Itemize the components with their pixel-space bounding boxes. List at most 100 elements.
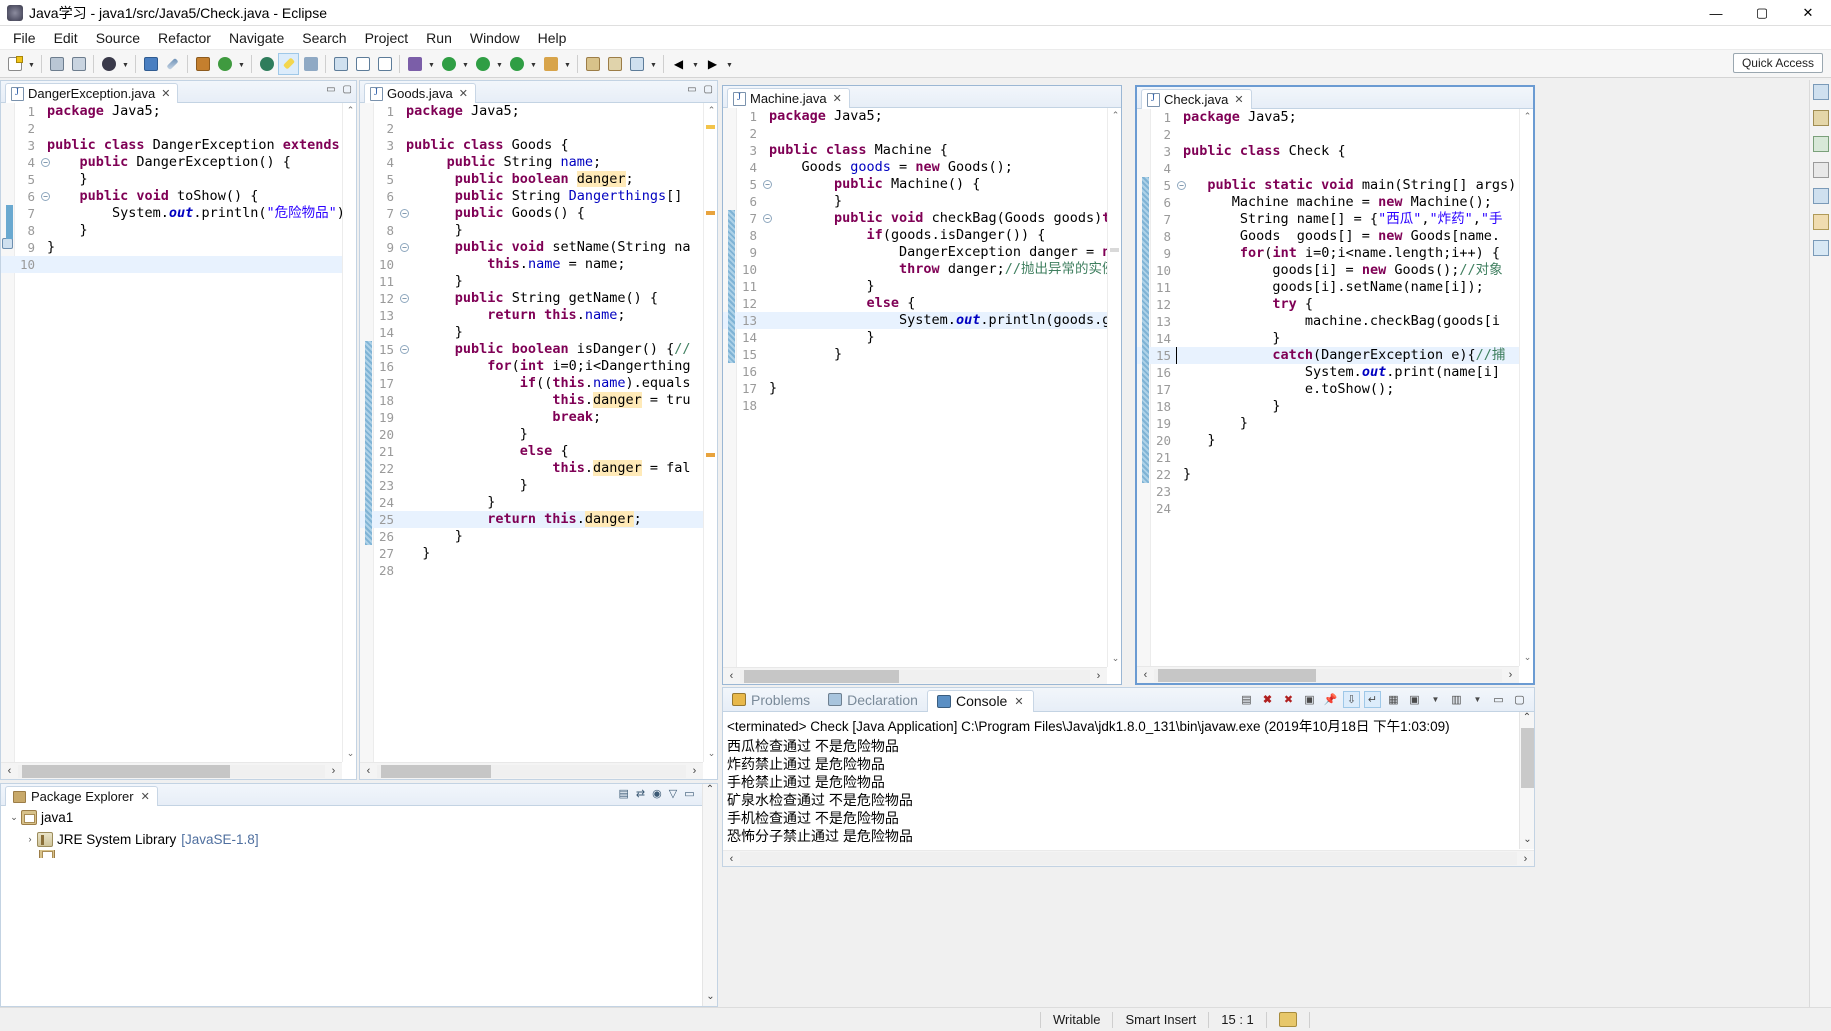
view-menu-icon[interactable]: ▽ <box>669 787 677 800</box>
hscroll-left-icon[interactable]: ‹ <box>723 670 740 682</box>
code-line[interactable]: 13 System.out.println(goods.get <box>723 312 1107 329</box>
editor-hscrollbar-1[interactable]: ‹ › <box>1 762 342 779</box>
code-line[interactable]: 10 <box>1 256 342 273</box>
code-line[interactable]: 10 throw danger;//抛出异常的实例 <box>723 261 1107 278</box>
fold-toggle-icon[interactable]: − <box>400 345 409 354</box>
console-vscrollbar[interactable]: ⌃ ⌄ <box>1519 712 1534 849</box>
menu-project[interactable]: Project <box>356 27 418 49</box>
overview-ruler-3[interactable]: ⌃ ⌄ <box>1107 108 1121 667</box>
refresh-dropdown-icon[interactable]: ▼ <box>236 53 247 75</box>
code-line[interactable]: 15 catch(DangerException e){//捕 <box>1137 347 1519 364</box>
coverage-icon[interactable] <box>506 53 527 75</box>
hscroll-left-icon[interactable]: ‹ <box>723 853 740 865</box>
code-line[interactable]: 12 try { <box>1137 296 1519 313</box>
editor-tab-check[interactable]: Check.java ✕ <box>1141 89 1252 109</box>
menu-edit[interactable]: Edit <box>45 27 87 49</box>
vscroll-down-icon[interactable]: ⌄ <box>703 991 718 1006</box>
task-list-icon[interactable] <box>1812 136 1829 152</box>
close-tab-icon[interactable]: ✕ <box>1234 93 1243 106</box>
code-line[interactable]: 28 <box>360 562 703 579</box>
hscroll-left-icon[interactable]: ‹ <box>1137 669 1154 681</box>
code-line[interactable]: 14 } <box>1137 330 1519 347</box>
paragraph-icon[interactable] <box>374 53 395 75</box>
new-java-project-icon[interactable] <box>582 53 603 75</box>
code-line[interactable]: 9} <box>1 239 342 256</box>
forward-icon[interactable]: ▶ <box>702 53 723 75</box>
code-line[interactable]: 1 package Java5; <box>1 103 342 120</box>
new-file-icon[interactable] <box>4 53 25 75</box>
code-line[interactable]: 8 Goods goods[] = new Goods[name. <box>1137 228 1519 245</box>
collapse-all-icon[interactable]: ▤ <box>618 787 628 800</box>
code-area-4[interactable]: 1 package Java5; 2 3 public class Check {4 … <box>1137 109 1519 666</box>
code-line[interactable]: 22} <box>1137 466 1519 483</box>
new-class-icon[interactable] <box>192 53 213 75</box>
occurrence-marker-icon[interactable] <box>706 211 715 215</box>
hscroll-track[interactable] <box>740 669 1090 683</box>
new-class2-dropdown-icon[interactable]: ▼ <box>648 53 659 75</box>
code-line[interactable]: 27 } <box>360 545 703 562</box>
code-line[interactable]: 7 System.out.println("危险物品") <box>1 205 342 222</box>
close-tab-icon[interactable]: ✕ <box>459 87 468 100</box>
hscroll-track[interactable] <box>1154 668 1502 682</box>
hscroll-right-icon[interactable]: › <box>325 765 342 777</box>
editor-hscrollbar-4[interactable]: ‹ › <box>1137 666 1519 683</box>
hscroll-thumb[interactable] <box>22 764 230 778</box>
code-line[interactable]: 18 } <box>1137 398 1519 415</box>
menu-help[interactable]: Help <box>529 27 576 49</box>
code-line[interactable]: 9− public void setName(String na <box>360 239 703 256</box>
new-file-dropdown-icon[interactable]: ▼ <box>26 53 37 75</box>
code-line[interactable]: 7− public Goods() { <box>360 205 703 222</box>
code-line[interactable]: 12 else { <box>723 295 1107 312</box>
code-line[interactable]: 1 package Java5; <box>723 108 1107 125</box>
minimize-panel-icon[interactable]: ▭ <box>684 787 694 800</box>
code-line[interactable]: 23 } <box>360 477 703 494</box>
next-annotation-icon[interactable] <box>300 53 321 75</box>
maximize-panel-icon[interactable]: ▢ <box>1511 691 1528 708</box>
code-line[interactable]: 9 DangerException danger = new <box>723 244 1107 261</box>
code-line[interactable]: 26 } <box>360 528 703 545</box>
hscroll-right-icon[interactable]: › <box>1517 853 1534 865</box>
selection-marker-icon[interactable] <box>1110 248 1119 252</box>
search-rail-icon[interactable] <box>1812 240 1829 256</box>
code-line[interactable]: 7− public void checkBag(Goods goods)thr <box>723 210 1107 227</box>
hscroll-right-icon[interactable]: › <box>1090 670 1107 682</box>
debug-dropdown-icon[interactable]: ▼ <box>426 53 437 75</box>
run-history-dropdown-icon[interactable]: ▼ <box>494 53 505 75</box>
console-options-icon[interactable]: ▥ <box>1448 691 1465 708</box>
new-package-icon[interactable] <box>604 53 625 75</box>
hscroll-thumb[interactable] <box>1158 668 1316 682</box>
run-history-icon[interactable] <box>472 53 493 75</box>
new-console-view-icon[interactable]: ▣ <box>1406 691 1423 708</box>
code-line[interactable]: 5− public Machine() { <box>723 176 1107 193</box>
code-line[interactable]: 6 Machine machine = new Machine(); <box>1137 194 1519 211</box>
code-line[interactable]: 2 <box>1137 126 1519 143</box>
save-all-icon[interactable] <box>68 53 89 75</box>
minimize-panel-icon[interactable]: ▭ <box>687 84 696 95</box>
editor-tab-dangerexception[interactable]: DangerException.java ✕ <box>5 83 179 103</box>
code-line[interactable]: 13 machine.checkBag(goods[i <box>1137 313 1519 330</box>
open-type-icon[interactable] <box>330 53 351 75</box>
code-line[interactable]: 17 if((this.name).equals <box>360 375 703 392</box>
menu-window[interactable]: Window <box>461 27 529 49</box>
overview-ruler-1[interactable]: ⌃ ⌄ <box>342 103 356 762</box>
fold-toggle-icon[interactable]: − <box>763 214 772 223</box>
problems-rail-icon[interactable] <box>1812 214 1829 230</box>
code-line[interactable]: 5− public static void main(String[] args… <box>1137 177 1519 194</box>
tree-item-partial[interactable] <box>1 850 717 858</box>
coverage-dropdown-icon[interactable]: ▼ <box>528 53 539 75</box>
close-tab-icon[interactable]: ✕ <box>833 92 842 105</box>
hscroll-thumb[interactable] <box>381 764 491 778</box>
vscroll-down-icon[interactable]: ⌄ <box>1520 834 1534 849</box>
tree-item[interactable]: › JRE System Library [JavaSE-1.8] <box>1 828 717 850</box>
code-line[interactable]: 23 <box>1137 483 1519 500</box>
code-line[interactable]: 2 <box>360 120 703 137</box>
code-line[interactable]: 4− public DangerException() { <box>1 154 342 171</box>
code-line[interactable]: 18 this.danger = tru <box>360 392 703 409</box>
hscroll-track[interactable] <box>377 764 686 778</box>
close-button[interactable]: ✕ <box>1785 0 1831 26</box>
code-area-2[interactable]: 1 package Java5; 2 3 public class Goods {4 … <box>360 103 703 762</box>
tree-expand-icon[interactable]: ⌄ <box>7 812 21 823</box>
menu-navigate[interactable]: Navigate <box>220 27 293 49</box>
editor-body-1[interactable]: 1 package Java5; 2 3 public class DangerExc… <box>1 103 356 779</box>
scroll-up-icon[interactable]: ⌃ <box>1522 111 1533 123</box>
